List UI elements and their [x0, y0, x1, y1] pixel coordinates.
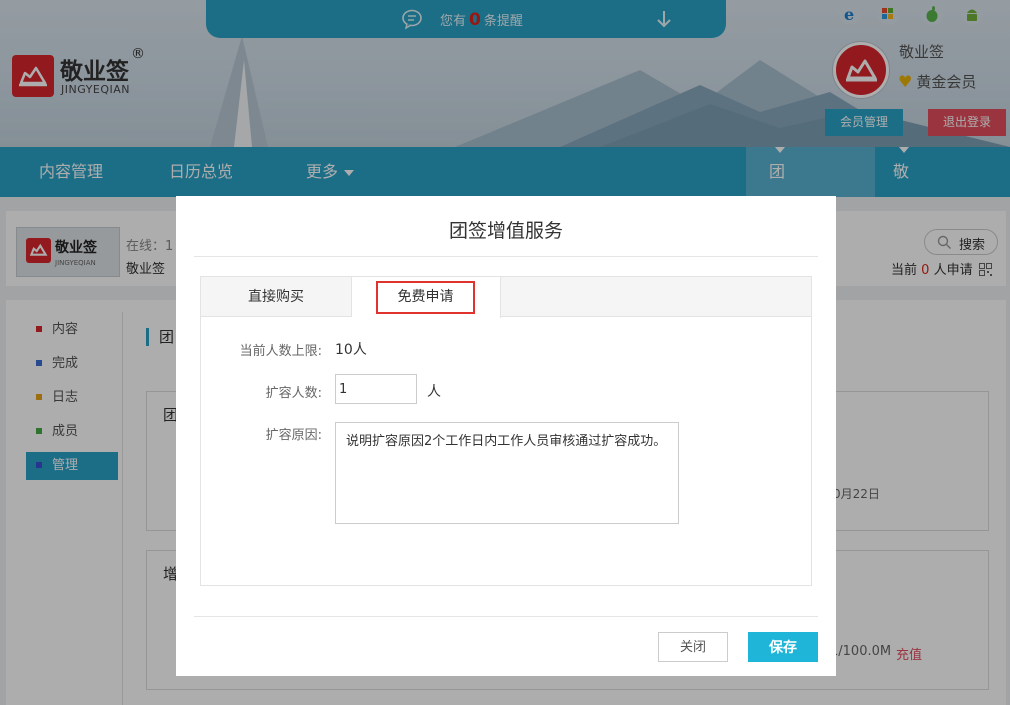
tab-direct-buy[interactable]: 直接购买 — [201, 277, 352, 317]
limit-value: 10人 — [335, 342, 367, 358]
reason-textarea[interactable]: 说明扩容原因2个工作日内工作人员审核通过扩容成功。 — [335, 422, 679, 524]
expand-unit: 人 — [427, 384, 441, 400]
reason-label: 扩容原因: — [265, 428, 322, 443]
expand-count-input[interactable] — [335, 374, 417, 404]
close-button[interactable]: 关闭 — [658, 632, 728, 662]
value-added-service-modal: 团签增值服务 直接购买 免费申请 当前人数上限: 10人 扩容人数: 人 扩容原… — [176, 196, 836, 676]
modal-title: 团签增值服务 — [448, 220, 563, 242]
limit-label: 当前人数上限: — [239, 344, 322, 359]
modal-footer-divider — [194, 616, 818, 617]
save-button[interactable]: 保存 — [748, 632, 818, 662]
expand-label: 扩容人数: — [265, 386, 322, 401]
tab-free-apply[interactable]: 免费申请 — [352, 277, 501, 318]
tab-free-apply-label: 免费申请 — [376, 281, 475, 314]
tab-bar: 直接购买 免费申请 — [201, 277, 811, 318]
modal-divider — [194, 256, 818, 257]
